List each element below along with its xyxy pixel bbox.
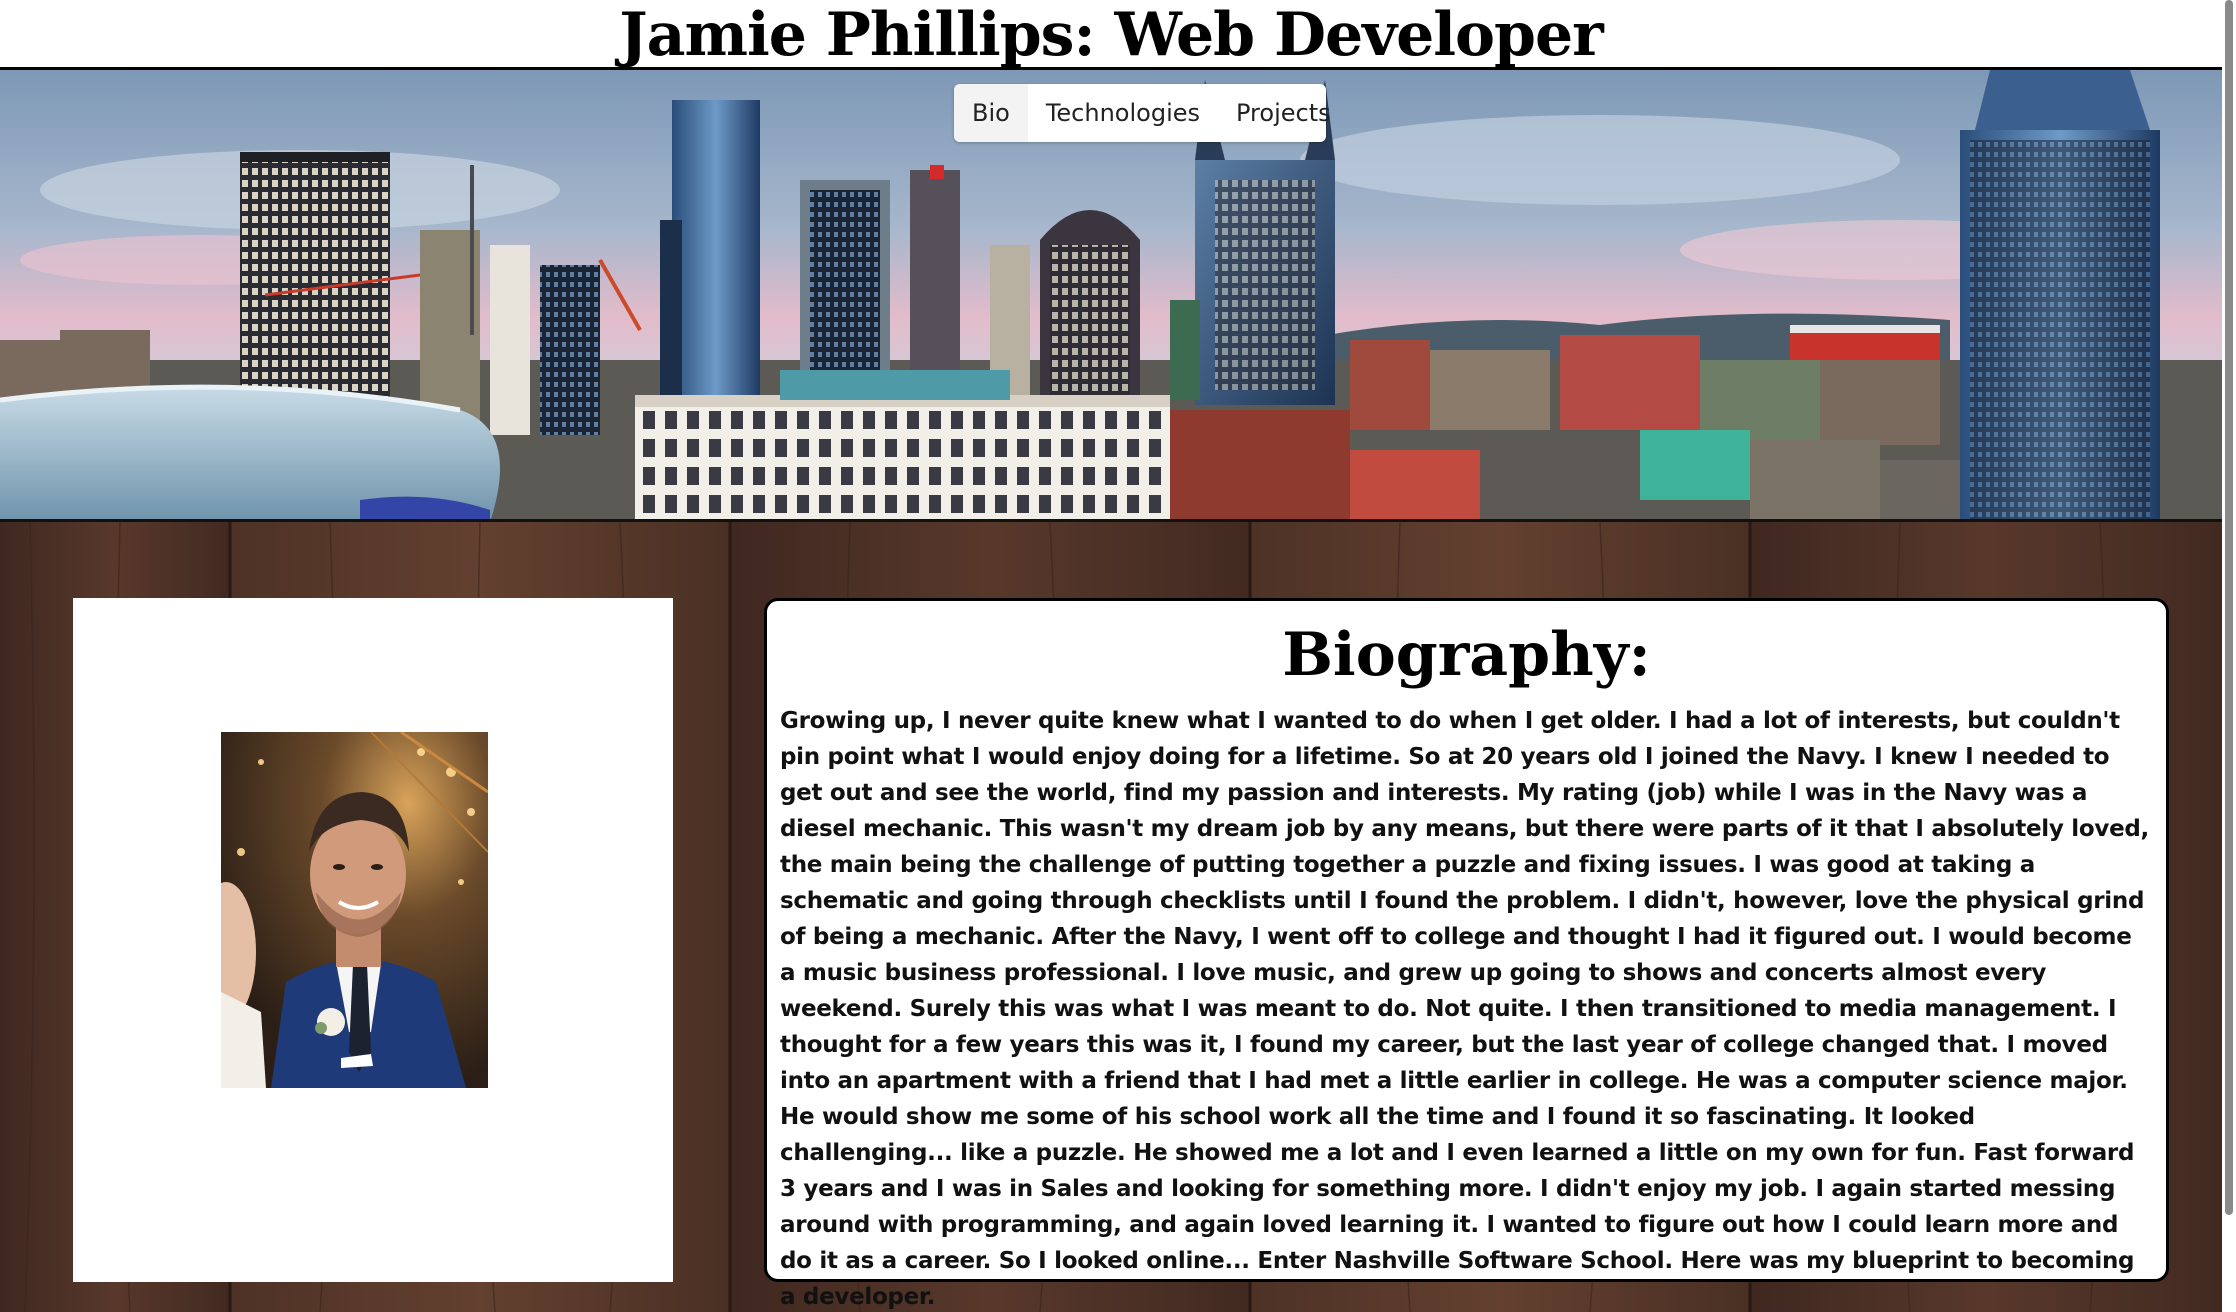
nav-projects-link[interactable]: Projects	[1218, 84, 1349, 142]
biography-card: Biography: Growing up, I never quite kne…	[764, 598, 2169, 1310]
nav-bio-link[interactable]: Bio	[954, 84, 1028, 142]
profile-photo-card	[73, 598, 673, 1282]
scrollbar-thumb[interactable]	[2225, 0, 2233, 1215]
profile-photo	[221, 732, 488, 1088]
portrait-image	[221, 732, 488, 1088]
site-header: Jamie Phillips: Web Developer	[0, 0, 2222, 70]
site-title: Jamie Phillips: Web Developer	[619, 0, 1604, 70]
main-nav: Bio Technologies Projects	[954, 84, 1331, 142]
page-scrollbar[interactable]	[2222, 0, 2236, 1312]
nav-technologies-link[interactable]: Technologies	[1028, 84, 1218, 142]
biography-text: Growing up, I never quite knew what I wa…	[780, 708, 2149, 1310]
biography-heading: Biography:	[1282, 620, 1651, 690]
